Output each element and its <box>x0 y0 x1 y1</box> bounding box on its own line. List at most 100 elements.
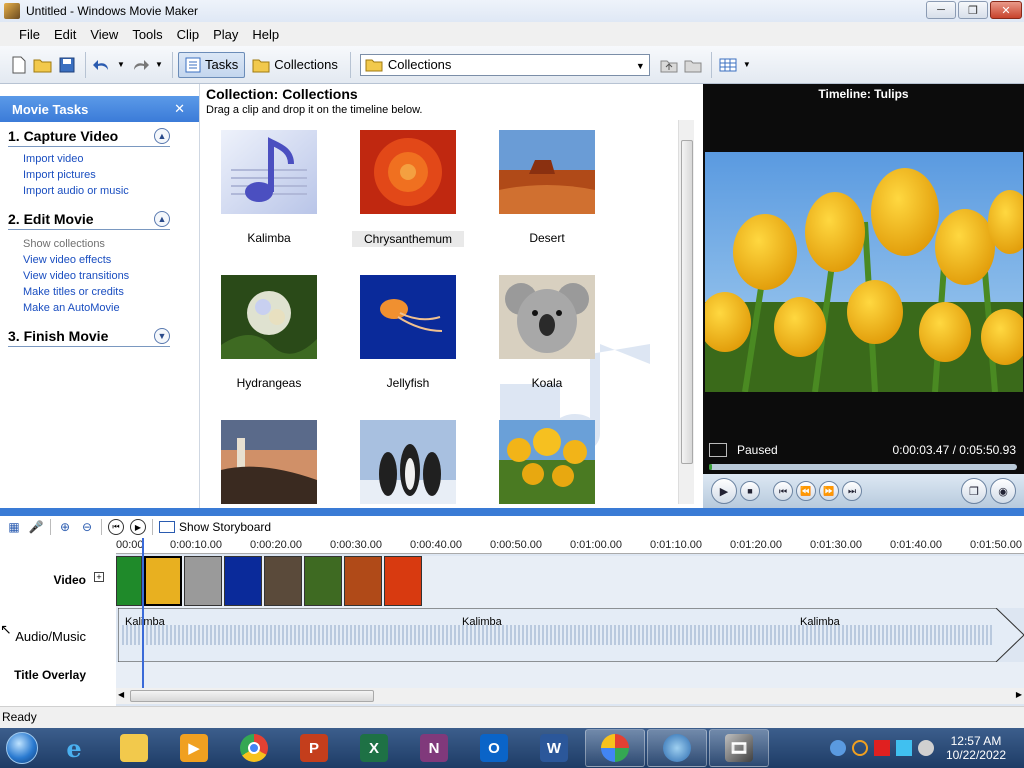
taskbar-media-player[interactable]: ▶ <box>164 729 224 767</box>
split-clip-icon[interactable] <box>709 443 727 457</box>
views-dropdown[interactable]: ▼ <box>741 54 753 76</box>
fast-forward-button[interactable]: ⏩ <box>819 481 839 501</box>
finish-movie-header[interactable]: 3. Finish Movie ▼ <box>8 328 170 347</box>
display-tray-icon[interactable] <box>895 740 912 756</box>
close-button[interactable]: ✕ <box>990 1 1022 19</box>
video-clip-hydrangeas[interactable] <box>304 556 342 606</box>
scroll-right-icon[interactable]: ▶ <box>1016 690 1022 699</box>
start-button[interactable] <box>0 728 44 768</box>
scrollbar-thumb[interactable] <box>681 140 693 464</box>
clip-lighthouse[interactable] <box>213 420 325 507</box>
play-timeline-icon[interactable]: ▶ <box>130 519 146 535</box>
menu-help[interactable]: Help <box>245 27 286 42</box>
timeline-ruler[interactable]: 00:00 0:00:10.00 0:00:20.00 0:00:30.00 0… <box>116 538 1024 554</box>
previous-frame-button[interactable]: ⏮ <box>773 481 793 501</box>
timeline-horizontal-scrollbar[interactable]: ◀ ▶ <box>116 688 1024 704</box>
menu-edit[interactable]: Edit <box>47 27 83 42</box>
taskbar-clock[interactable]: 12:57 AM 10/22/2022 <box>946 734 1006 762</box>
stop-button[interactable]: ■ <box>740 481 760 501</box>
menu-clip[interactable]: Clip <box>170 27 206 42</box>
seek-bar[interactable] <box>709 464 1017 470</box>
clip-chrysanthemum[interactable]: Chrysanthemum <box>352 130 464 247</box>
split-button[interactable]: ❐ <box>961 478 987 504</box>
taskbar-movie-maker[interactable]: 🎞 <box>709 729 769 767</box>
video-clip-green[interactable] <box>116 556 142 606</box>
menu-play[interactable]: Play <box>206 27 245 42</box>
import-pictures-link[interactable]: Import pictures <box>23 167 199 183</box>
taskbar-outlook[interactable]: O <box>464 729 524 767</box>
taskbar-powerpoint[interactable]: P <box>284 729 344 767</box>
rewind-button[interactable]: ⏪ <box>796 481 816 501</box>
import-video-link[interactable]: Import video <box>23 151 199 167</box>
menu-file[interactable]: File <box>12 27 47 42</box>
rewind-timeline-icon[interactable]: ⏮ <box>108 519 124 535</box>
set-audio-levels-icon[interactable]: ▦ <box>6 519 22 535</box>
make-titles-link[interactable]: Make titles or credits <box>23 284 199 300</box>
collections-dropdown[interactable]: Collections ▼ <box>359 53 650 76</box>
make-automovie-link[interactable]: Make an AutoMovie <box>23 300 199 316</box>
timeline-divider[interactable] <box>0 508 1024 516</box>
save-project-button[interactable] <box>56 54 78 76</box>
tasks-button[interactable]: Tasks <box>178 51 246 78</box>
view-video-transitions-link[interactable]: View video transitions <box>23 268 199 284</box>
menu-view[interactable]: View <box>83 27 125 42</box>
audio-music-track[interactable]: Kalimba Kalimba Kalimba <box>117 607 1024 663</box>
taskbar-internet-explorer[interactable]: e <box>44 729 104 767</box>
title-overlay-track[interactable] <box>116 662 1024 688</box>
collection-vertical-scrollbar[interactable] <box>678 120 694 504</box>
collections-button[interactable]: Collections <box>245 52 345 78</box>
clip-tulips[interactable] <box>491 420 603 507</box>
clip-hydrangeas[interactable]: Hydrangeas <box>213 275 325 390</box>
next-frame-button[interactable]: ⏭ <box>842 481 862 501</box>
video-clip-desert[interactable] <box>344 556 382 606</box>
video-clip-chrysanthemum[interactable] <box>384 556 422 606</box>
network-tray-icon[interactable] <box>829 740 846 756</box>
zoom-out-icon[interactable]: ⊖ <box>79 519 95 535</box>
scroll-left-icon[interactable]: ◀ <box>118 690 124 699</box>
taskbar-chrome[interactable] <box>224 729 284 767</box>
timeline-playhead[interactable] <box>142 538 144 688</box>
open-project-button[interactable] <box>32 54 54 76</box>
zoom-in-icon[interactable]: ⊕ <box>57 519 73 535</box>
expand-video-track-icon[interactable]: + <box>94 572 104 582</box>
taskbar-word[interactable]: W <box>524 729 584 767</box>
edit-movie-header[interactable]: 2. Edit Movie ▲ <box>8 211 170 230</box>
new-project-button[interactable] <box>8 54 30 76</box>
clip-kalimba[interactable]: Kalimba <box>213 130 325 245</box>
show-storyboard-button[interactable]: Show Storyboard <box>159 520 271 534</box>
undo-dropdown[interactable]: ▼ <box>115 54 127 76</box>
scrollbar-thumb[interactable] <box>130 690 374 702</box>
menu-tools[interactable]: Tools <box>125 27 169 42</box>
video-track[interactable] <box>116 556 1024 608</box>
taskbar-file-explorer[interactable] <box>104 729 164 767</box>
chevron-up-icon[interactable]: ▲ <box>154 211 170 227</box>
video-clip-jellyfish[interactable] <box>224 556 262 606</box>
maximize-button[interactable]: ❐ <box>958 1 988 19</box>
redo-dropdown[interactable]: ▼ <box>153 54 165 76</box>
close-tasks-pane-button[interactable]: ✕ <box>174 101 185 117</box>
clip-jellyfish[interactable]: Jellyfish <box>352 275 464 390</box>
taskbar-excel[interactable]: X <box>344 729 404 767</box>
chevron-up-icon[interactable]: ▲ <box>154 128 170 144</box>
clip-penguins[interactable] <box>352 420 464 507</box>
play-button[interactable]: ▶ <box>711 478 737 504</box>
clip-koala[interactable]: Koala <box>491 275 603 390</box>
view-video-effects-link[interactable]: View video effects <box>23 252 199 268</box>
chevron-down-icon[interactable]: ▼ <box>154 328 170 344</box>
taskbar-window-2[interactable] <box>647 729 707 767</box>
capture-video-header[interactable]: 1. Capture Video ▲ <box>8 128 170 147</box>
taskbar-window-1[interactable] <box>585 729 645 767</box>
redo-button[interactable] <box>129 54 151 76</box>
video-clip-koala[interactable] <box>184 556 222 606</box>
taskbar-onenote[interactable]: N <box>404 729 464 767</box>
search-tray-icon[interactable] <box>851 740 868 756</box>
new-collection-folder-button[interactable] <box>682 54 704 76</box>
views-button[interactable] <box>717 54 739 76</box>
undo-button[interactable] <box>91 54 113 76</box>
import-audio-link[interactable]: Import audio or music <box>23 183 199 199</box>
snapshot-button[interactable]: ◉ <box>990 478 1016 504</box>
narrate-timeline-icon[interactable]: 🎤 <box>28 519 44 535</box>
minimize-button[interactable]: ─ <box>926 1 956 19</box>
video-clip-lighthouse[interactable] <box>264 556 302 606</box>
up-one-level-button[interactable] <box>658 54 680 76</box>
